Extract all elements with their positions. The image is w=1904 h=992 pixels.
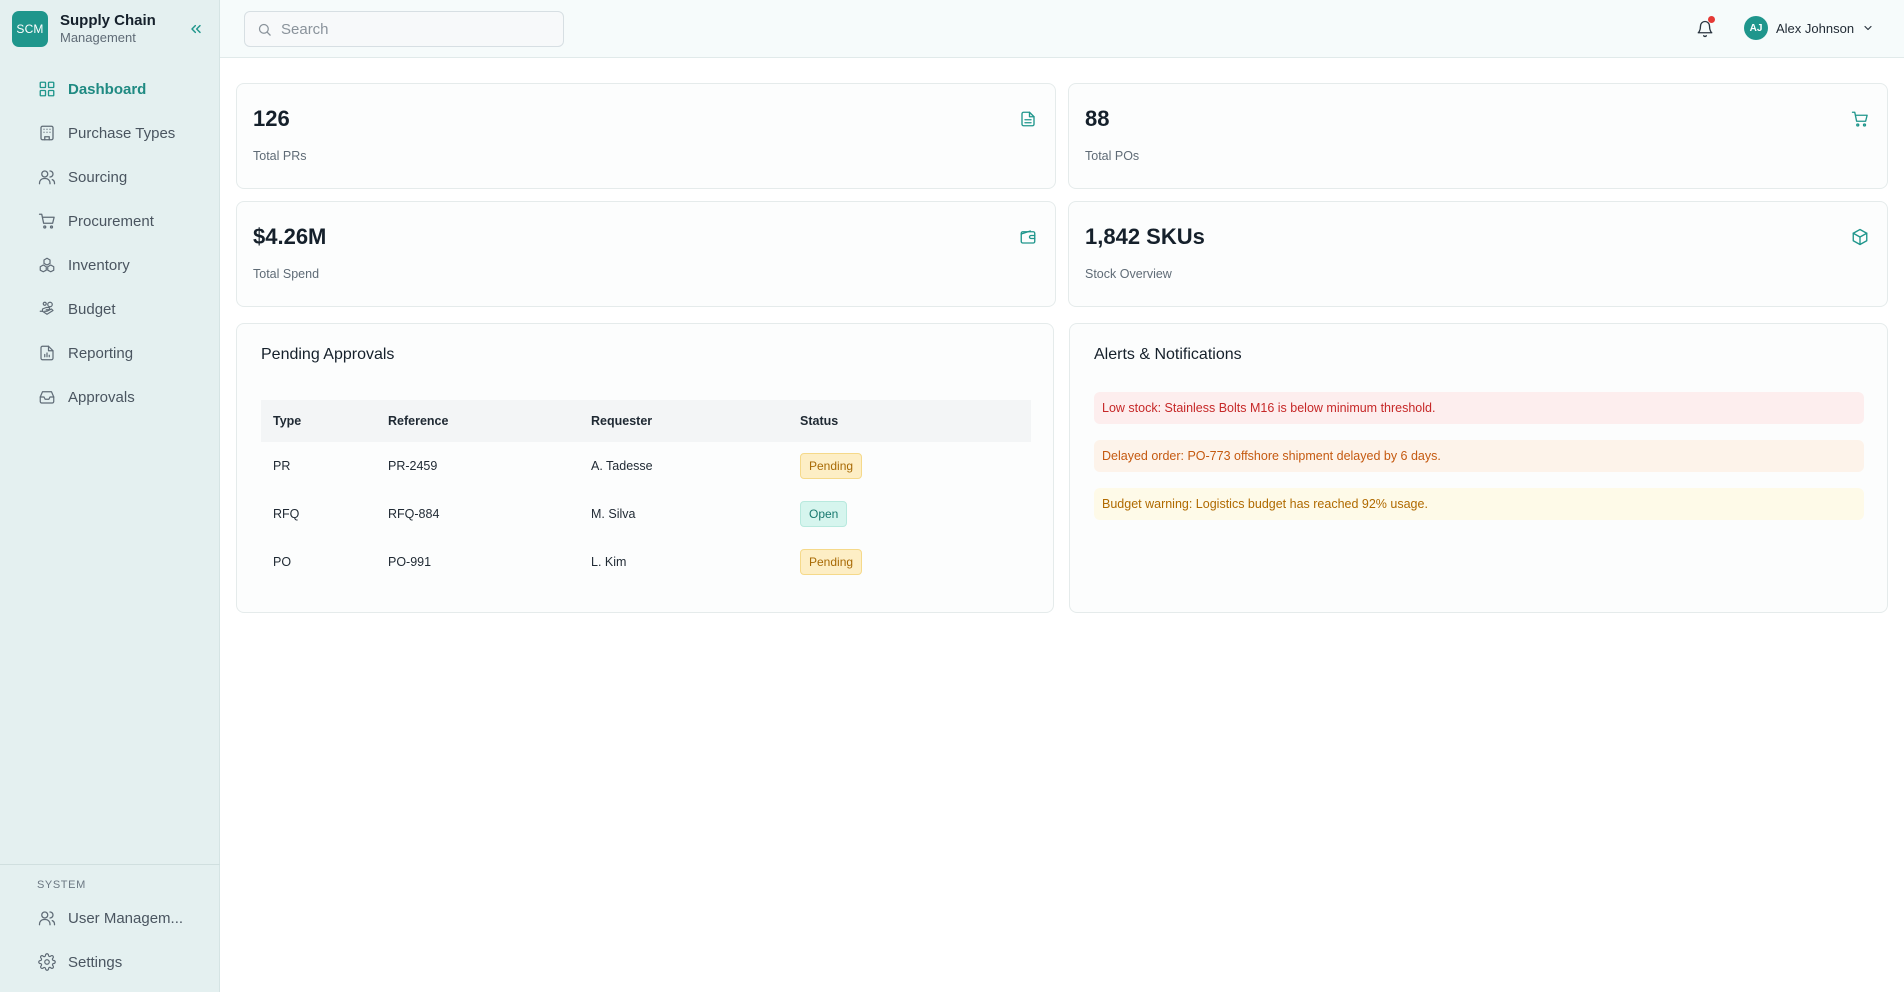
pending-approvals-panel: Pending Approvals Type Reference Request… [236, 323, 1054, 613]
avatar: AJ [1744, 16, 1768, 40]
cell-status: Pending [800, 549, 1031, 575]
cell-reference: PR-2459 [388, 459, 438, 473]
stat-label: Total Spend [253, 267, 320, 281]
sidebar-item-label: Settings [68, 953, 123, 971]
document-icon [1021, 111, 1035, 127]
sidebar-item-approvals[interactable]: Approvals [0, 375, 220, 419]
status-badge: Pending [800, 549, 863, 575]
cell-type: PR [273, 459, 291, 473]
sidebar-item-label: Sourcing [68, 168, 128, 186]
users-icon [37, 908, 57, 928]
stat-card-stock-overview[interactable]: 1,842 SKUs Stock Overview [1068, 201, 1888, 307]
sidebar-item-label: Approvals [68, 388, 135, 406]
stat-card-total-prs[interactable]: 126 Total PRs [236, 83, 1056, 189]
sidebar-item-label: User Managem... [68, 909, 184, 927]
panel-title: Alerts & Notifications [1094, 346, 1242, 363]
status-badge: Pending [800, 453, 863, 479]
cell-requester: L. Kim [591, 555, 627, 569]
inbox-icon [37, 387, 57, 407]
report-icon [37, 343, 57, 363]
stat-card-total-spend[interactable]: $4.26M Total Spend [236, 201, 1056, 307]
notification-dot [1708, 16, 1715, 23]
chevron-down-icon [1862, 22, 1874, 34]
alert-low-stock[interactable]: Low stock: Stainless Bolts M16 is below … [1094, 392, 1864, 424]
sidebar-item-label: Dashboard [68, 80, 147, 98]
brand: SCM Supply Chain Management [12, 11, 156, 47]
table-row[interactable]: RFQ RFQ-884 M. Silva Open [261, 490, 1031, 538]
alert-delayed-order[interactable]: Delayed order: PO-773 offshore shipment … [1094, 440, 1864, 472]
sidebar-item-label: Inventory [68, 256, 130, 274]
system-section: SYSTEM User Managem... Settings [0, 864, 220, 971]
cell-reference: PO-991 [388, 555, 432, 569]
sidebar: SCM Supply Chain Management Dashboard Pu… [0, 0, 220, 992]
status-badge: Open [800, 501, 848, 527]
brand-title: Supply Chain [60, 12, 156, 29]
sidebar-item-label: Budget [68, 300, 116, 318]
collapse-sidebar-button[interactable] [186, 19, 206, 39]
cell-status: Open [800, 501, 1031, 527]
column-header-requester: Requester [591, 414, 653, 428]
search-icon [258, 23, 271, 36]
alerts-panel: Alerts & Notifications Low stock: Stainl… [1069, 323, 1888, 613]
main-nav: Dashboard Purchase Types Sourcing Procur… [0, 67, 220, 419]
cell-reference: RFQ-884 [388, 507, 440, 521]
brand-logo: SCM [12, 11, 48, 47]
table-header: Type Reference Requester Status [261, 400, 1031, 442]
user-name: Alex Johnson [1776, 20, 1855, 36]
building-icon [37, 123, 57, 143]
column-header-status: Status [800, 414, 839, 428]
sidebar-item-label: Reporting [68, 344, 134, 362]
stat-value: 1,842 SKUs [1085, 224, 1205, 249]
gear-icon [37, 952, 57, 972]
cell-type: PO [273, 555, 292, 569]
user-menu[interactable]: AJ Alex Johnson [1744, 16, 1874, 40]
sidebar-item-label: Purchase Types [68, 124, 176, 142]
sidebar-item-budget[interactable]: Budget [0, 287, 220, 331]
cart-icon [1851, 111, 1868, 127]
cell-type: RFQ [273, 507, 300, 521]
sidebar-item-sourcing[interactable]: Sourcing [0, 155, 220, 199]
sidebar-item-settings[interactable]: Settings [0, 940, 220, 984]
system-nav: User Managem... Settings [0, 896, 220, 984]
approvals-table: Type Reference Requester Status PR PR-24… [261, 400, 1031, 586]
system-section-label: SYSTEM [37, 879, 86, 891]
users-icon [37, 167, 57, 187]
search-input[interactable] [281, 20, 551, 38]
chevrons-left-icon [191, 24, 201, 34]
hand-coins-icon [37, 299, 57, 319]
cart-icon [37, 211, 57, 231]
brand-text: Supply Chain Management [60, 12, 156, 46]
sidebar-item-dashboard[interactable]: Dashboard [0, 67, 220, 111]
notifications-button[interactable] [1694, 16, 1716, 40]
stat-label: Stock Overview [1085, 267, 1172, 281]
boxes-icon [37, 255, 57, 275]
stat-value: $4.26M [253, 224, 327, 249]
stat-label: Total PRs [253, 149, 307, 163]
sidebar-item-label: Procurement [68, 212, 154, 230]
stat-value: 88 [1085, 106, 1110, 131]
sidebar-item-user-management[interactable]: User Managem... [0, 896, 220, 940]
stat-value: 126 [253, 106, 290, 131]
sidebar-item-inventory[interactable]: Inventory [0, 243, 220, 287]
column-header-reference: Reference [388, 414, 449, 428]
column-header-type: Type [273, 414, 302, 428]
search-box[interactable] [244, 11, 564, 47]
table-row[interactable]: PR PR-2459 A. Tadesse Pending [261, 442, 1031, 490]
alert-budget-warning[interactable]: Budget warning: Logistics budget has rea… [1094, 488, 1864, 520]
panel-title: Pending Approvals [261, 346, 395, 363]
cell-requester: A. Tadesse [591, 459, 653, 473]
sidebar-item-purchase-types[interactable]: Purchase Types [0, 111, 220, 155]
cell-requester: M. Silva [591, 507, 636, 521]
brand-subtitle: Management [60, 30, 136, 45]
stat-label: Total POs [1085, 149, 1140, 163]
sidebar-item-procurement[interactable]: Procurement [0, 199, 220, 243]
wallet-icon [1020, 230, 1036, 244]
sidebar-item-reporting[interactable]: Reporting [0, 331, 220, 375]
table-row[interactable]: PO PO-991 L. Kim Pending [261, 538, 1031, 586]
topbar: AJ Alex Johnson [220, 0, 1904, 58]
dashboard-icon [37, 79, 57, 99]
cell-status: Pending [800, 453, 1031, 479]
package-icon [1852, 228, 1868, 246]
stat-card-total-pos[interactable]: 88 Total POs [1068, 83, 1888, 189]
